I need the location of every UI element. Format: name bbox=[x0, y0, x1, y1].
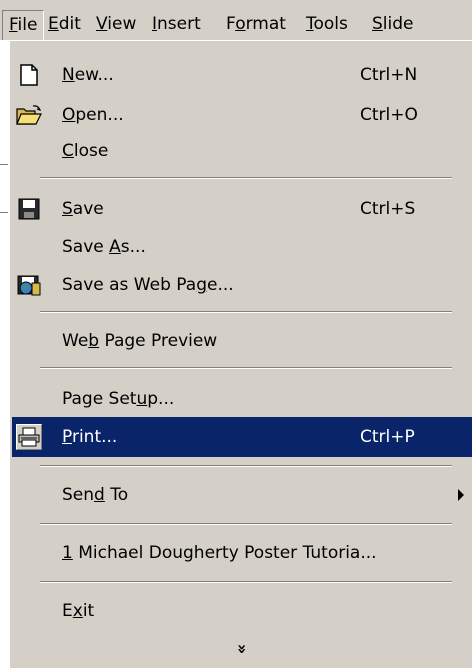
web-page-icon bbox=[16, 272, 42, 298]
menu-item-label: Web Page Preview bbox=[62, 331, 218, 351]
save-disk-icon bbox=[16, 196, 42, 222]
menu-insert[interactable]: Insert bbox=[146, 10, 207, 38]
menu-slide[interactable]: Slide bbox=[366, 10, 420, 38]
menu-format-pre: F bbox=[226, 14, 236, 34]
menu-view-rest: iew bbox=[107, 14, 137, 34]
menu-item-recent-file-1[interactable]: 1 Michael Dougherty Poster Tutoria... bbox=[12, 533, 472, 573]
menu-separator bbox=[40, 581, 452, 583]
menu-item-close[interactable]: Close bbox=[12, 131, 472, 171]
menu-item-label: Close bbox=[62, 141, 109, 161]
menu-tools-mnemonic: T bbox=[306, 14, 314, 34]
menu-tools[interactable]: Tools bbox=[300, 10, 354, 38]
menu-item-new[interactable]: New... Ctrl+N bbox=[12, 55, 472, 95]
menu-format[interactable]: Format bbox=[220, 10, 292, 38]
shortcut-label: Ctrl+N bbox=[360, 65, 418, 85]
menu-separator bbox=[40, 523, 452, 525]
menu-separator bbox=[40, 367, 452, 369]
menu-item-label: Exit bbox=[62, 601, 95, 621]
menu-separator bbox=[40, 177, 452, 179]
menu-item-save[interactable]: Save Ctrl+S bbox=[12, 189, 472, 229]
printer-icon bbox=[16, 424, 42, 450]
menu-format-mnemonic: o bbox=[235, 14, 246, 34]
menu-item-label: Send To bbox=[62, 485, 129, 505]
menu-separator bbox=[40, 465, 452, 467]
shortcut-label: Ctrl+P bbox=[360, 427, 415, 447]
expand-chevron-icon[interactable]: » bbox=[232, 639, 252, 659]
menu-view-mnemonic: V bbox=[96, 14, 108, 34]
document-line bbox=[0, 212, 8, 213]
menu-item-label: Save bbox=[62, 199, 104, 219]
document-background bbox=[0, 40, 8, 668]
menu-tools-rest: ools bbox=[313, 14, 348, 34]
menu-file-rest: ile bbox=[17, 15, 38, 35]
menu-item-label: Page Setup... bbox=[62, 389, 175, 409]
document-line bbox=[0, 164, 8, 165]
menu-item-save-as-web-page[interactable]: Save as Web Page... bbox=[12, 265, 472, 305]
menu-item-page-setup[interactable]: Page Setup... bbox=[12, 379, 472, 419]
menu-item-web-page-preview[interactable]: Web Page Preview bbox=[12, 321, 472, 361]
open-folder-icon bbox=[16, 102, 42, 128]
menu-item-label: Save As... bbox=[62, 237, 146, 257]
submenu-arrow-icon bbox=[458, 489, 464, 501]
shortcut-label: Ctrl+S bbox=[360, 199, 416, 219]
menu-file-mnemonic: F bbox=[9, 15, 18, 35]
menu-item-label: 1 Michael Dougherty Poster Tutoria... bbox=[62, 543, 377, 563]
menu-insert-rest: nsert bbox=[157, 14, 201, 34]
menu-edit[interactable]: Edit bbox=[42, 10, 87, 38]
menu-slide-rest: lide bbox=[382, 14, 414, 34]
new-document-icon bbox=[16, 62, 42, 88]
menu-slide-mnemonic: S bbox=[372, 14, 383, 34]
menu-edit-mnemonic: E bbox=[48, 14, 59, 34]
menu-file[interactable]: File bbox=[2, 10, 45, 40]
menu-item-save-as[interactable]: Save As... bbox=[12, 227, 472, 267]
menu-item-send-to[interactable]: Send To bbox=[12, 475, 472, 515]
menu-separator bbox=[40, 311, 452, 313]
menu-item-label: New... bbox=[62, 65, 114, 85]
menu-item-label: Open... bbox=[62, 105, 124, 125]
file-menu-dropdown: New... Ctrl+N Open... Ctrl+O Close Save … bbox=[8, 40, 472, 668]
menu-item-label: Print... bbox=[62, 427, 118, 447]
menu-item-open[interactable]: Open... Ctrl+O bbox=[12, 95, 472, 135]
menu-format-rest: rmat bbox=[245, 14, 286, 34]
menu-bar: File Edit View Insert Format Tools Slide bbox=[0, 0, 472, 40]
menu-item-print[interactable]: Print... Ctrl+P bbox=[12, 417, 472, 457]
menu-edit-rest: dit bbox=[58, 14, 81, 34]
menu-item-label: Save as Web Page... bbox=[62, 275, 234, 295]
menu-item-exit[interactable]: Exit bbox=[12, 591, 472, 631]
shortcut-label: Ctrl+O bbox=[360, 105, 418, 125]
menu-view[interactable]: View bbox=[90, 10, 142, 38]
